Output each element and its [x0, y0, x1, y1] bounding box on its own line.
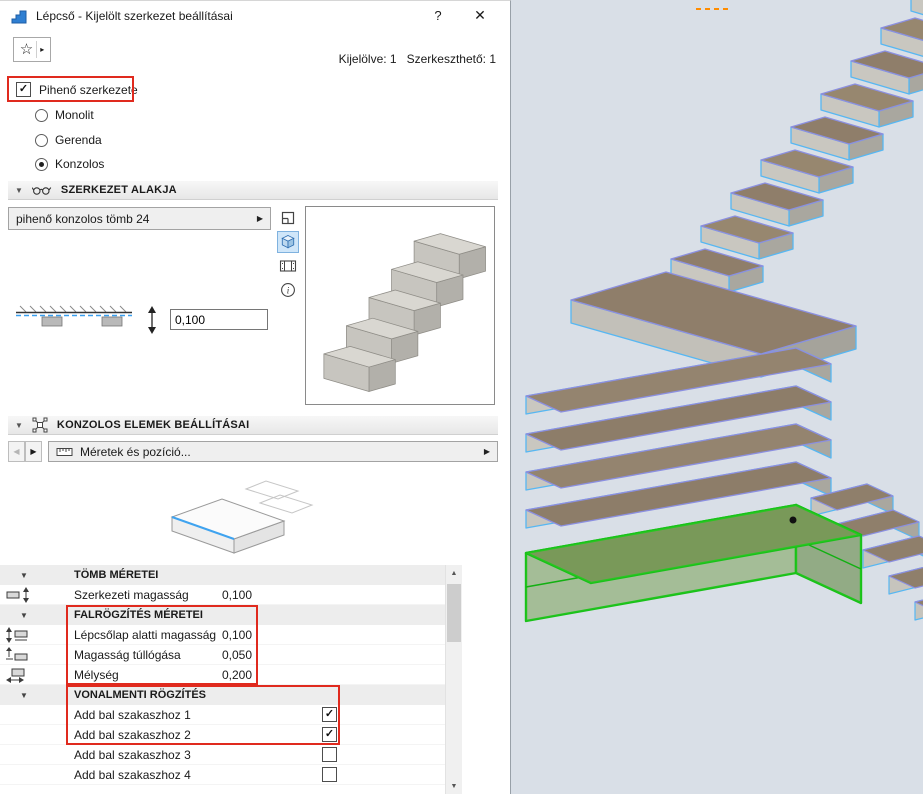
section-view-button[interactable] — [277, 255, 299, 277]
structural-height-icon — [5, 587, 31, 603]
screen: Lépcső - Kijelölt szerkezet beállításai … — [0, 0, 923, 794]
stair-tool-icon — [11, 8, 27, 24]
3d-viewport[interactable] — [511, 0, 923, 794]
table-scrollbar[interactable]: ▲ ▼ — [445, 565, 462, 794]
page-dropdown[interactable]: Méretek és pozíció... ▶ — [48, 441, 498, 462]
radio-gerenda[interactable]: Gerenda — [35, 133, 102, 147]
next-arrow-icon: ▶ — [30, 447, 36, 456]
section-cantilever-elements[interactable]: ▼ KONZOLOS ELEMEK BEÁLLÍTÁSAI — [8, 416, 498, 435]
checkbox-label: Pihenő szerkezete — [39, 83, 138, 97]
plan-view-button[interactable] — [277, 207, 299, 229]
height-overhang-icon — [5, 647, 31, 663]
cube-icon — [279, 233, 297, 251]
orange-dashes — [696, 8, 728, 10]
landing-wireframe-diagram — [150, 463, 320, 561]
glasses-icon — [32, 185, 52, 196]
profile-preview — [305, 206, 495, 405]
stair-preview-image — [306, 207, 494, 404]
radio-label: Konzolos — [55, 157, 104, 171]
group-header-vonalmenti[interactable]: ▼ VONALMENTI RÖGZÍTÉS — [0, 685, 445, 705]
value-field[interactable]: 0,100 — [222, 628, 252, 642]
radio-konzolos[interactable]: Konzolos — [35, 157, 104, 171]
collapse-arrow-icon[interactable]: ▼ — [20, 611, 28, 620]
landing-structure-checkbox[interactable]: ✓ Pihenő szerkezete — [16, 82, 138, 97]
section-title: KONZOLOS ELEMEK BEÁLLÍTÁSAI — [57, 419, 249, 431]
checkbox-icon[interactable]: ✓ — [322, 707, 337, 722]
floor-plan-icon — [280, 210, 296, 226]
group-title: TÖMB MÉRETEI — [74, 569, 158, 581]
prev-arrow-icon: ◀ — [13, 447, 19, 456]
radio-icon[interactable] — [35, 109, 48, 122]
table-row[interactable]: Add bal szakaszhoz 4 — [0, 765, 445, 785]
snap-point-dot — [790, 517, 797, 524]
info-button[interactable]: i — [277, 279, 299, 301]
value-field[interactable]: 0,100 — [222, 588, 252, 602]
dialog-title: Lépcső - Kijelölt szerkezet beállításai — [36, 9, 233, 23]
scrollbar-thumb[interactable] — [447, 584, 461, 642]
section-title: SZERKEZET ALAKJA — [61, 184, 177, 196]
prev-page-button[interactable]: ◀ — [8, 441, 25, 462]
radio-icon[interactable] — [35, 134, 48, 147]
profile-dropdown[interactable]: pihenő konzolos tömb 24 ▶ — [8, 207, 271, 230]
favorites-button[interactable]: ☆ ▸ — [13, 37, 51, 62]
3d-view-button[interactable] — [277, 231, 299, 253]
section-structure-shape[interactable]: ▼ SZERKEZET ALAKJA — [8, 181, 498, 200]
group-header-falrogzites[interactable]: ▼ FALRÖGZÍTÉS MÉRETEI — [0, 605, 445, 625]
checkbox-icon[interactable] — [322, 767, 337, 782]
collapse-arrow-icon[interactable]: ▼ — [20, 571, 28, 580]
table-row[interactable]: Lépcsőlap alatti magasság 0,100 — [0, 625, 445, 645]
table-row[interactable]: Mélység 0,200 — [0, 665, 445, 685]
dropdown-arrow-icon: ▶ — [257, 214, 263, 223]
dropdown-arrow-icon: ▶ — [484, 447, 490, 456]
scroll-down-button[interactable]: ▼ — [446, 778, 462, 794]
film-icon — [279, 259, 297, 273]
favorites-arrow-icon: ▸ — [40, 45, 44, 54]
selection-info: Kijelölve: 1 Szerkeszthető: 1 — [339, 52, 496, 66]
divider — [36, 41, 37, 58]
radio-label: Gerenda — [55, 133, 102, 147]
help-button[interactable]: ? — [420, 1, 456, 30]
star-icon: ☆ — [20, 42, 33, 57]
table-row[interactable]: Add bal szakaszhoz 2 ✓ — [0, 725, 445, 745]
value-field[interactable]: 0,050 — [222, 648, 252, 662]
stairs-3d-render — [511, 0, 923, 794]
dimensions-icon — [56, 446, 73, 458]
checkbox-icon[interactable] — [322, 747, 337, 762]
collapse-arrow-icon[interactable]: ▼ — [15, 421, 23, 430]
group-title: FALRÖGZÍTÉS MÉRETEI — [74, 609, 203, 621]
radio-icon[interactable] — [35, 158, 48, 171]
collapse-arrow-icon[interactable]: ▼ — [15, 186, 23, 195]
page-dropdown-value: Méretek és pozíció... — [80, 445, 477, 459]
profile-dropdown-value: pihenő konzolos tömb 24 — [16, 212, 250, 226]
next-page-button[interactable]: ▶ — [25, 441, 42, 462]
checkbox-icon[interactable]: ✓ — [322, 727, 337, 742]
table-row[interactable]: Magasság túllógása 0,050 — [0, 645, 445, 665]
radio-monolit[interactable]: Monolit — [35, 108, 94, 122]
group-header-tomb-meretei[interactable]: ▼ TÖMB MÉRETEI — [0, 565, 445, 585]
table-row[interactable]: Szerkezeti magasság 0,100 — [0, 585, 445, 605]
table-row[interactable]: Add bal szakaszhoz 1 ✓ — [0, 705, 445, 725]
stair-settings-dialog: Lépcső - Kijelölt szerkezet beállításai … — [0, 0, 511, 794]
dialog-titlebar[interactable]: Lépcső - Kijelölt szerkezet beállításai … — [0, 1, 510, 30]
radio-label: Monolit — [55, 108, 94, 122]
info-icon: i — [280, 282, 296, 298]
cantilever-elements-icon — [32, 417, 48, 433]
close-button[interactable]: ✕ — [462, 1, 498, 30]
offset-input[interactable] — [170, 309, 268, 330]
scroll-up-button[interactable]: ▲ — [446, 565, 462, 582]
depth-icon — [5, 667, 31, 683]
group-title: VONALMENTI RÖGZÍTÉS — [74, 689, 206, 701]
offset-diagram-icon — [14, 305, 164, 335]
collapse-arrow-icon[interactable]: ▼ — [20, 691, 28, 700]
table-row[interactable]: Add bal szakaszhoz 3 — [0, 745, 445, 765]
value-field[interactable]: 0,200 — [222, 668, 252, 682]
checkbox-icon[interactable]: ✓ — [16, 82, 31, 97]
under-tread-height-icon — [5, 627, 31, 643]
